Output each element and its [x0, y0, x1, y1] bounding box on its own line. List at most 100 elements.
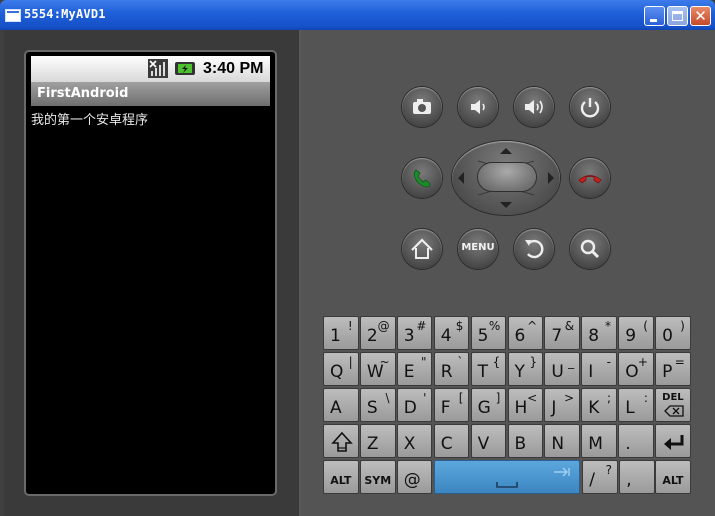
key-q-alt-label: |	[348, 355, 353, 369]
key-alt-right-label: ALT	[662, 474, 684, 487]
key-k[interactable]: K;	[581, 388, 617, 422]
key-l[interactable]: L:	[618, 388, 654, 422]
status-bar: 3:40 PM	[31, 56, 270, 82]
key-enter[interactable]	[655, 424, 691, 458]
key-r-alt-label: `	[457, 355, 464, 369]
home-icon	[411, 238, 433, 259]
close-button[interactable]: ✕	[690, 6, 711, 26]
power-button[interactable]	[570, 87, 610, 127]
key-slash[interactable]: /?	[582, 460, 618, 494]
key-p[interactable]: P =	[655, 352, 691, 386]
back-button[interactable]	[514, 229, 554, 269]
key-1[interactable]: 1!	[323, 316, 359, 350]
key-a[interactable]: A	[323, 388, 359, 422]
search-icon	[580, 239, 600, 259]
minimize-button[interactable]	[644, 6, 665, 26]
key-t-label: T	[477, 362, 488, 382]
key-f-alt-label: [	[458, 391, 464, 405]
key-at-label: @	[403, 470, 421, 490]
dpad-center-button[interactable]	[478, 163, 536, 191]
key-m-label: M	[588, 434, 603, 454]
key-c[interactable]: C	[433, 424, 470, 458]
key-x[interactable]: X	[396, 424, 433, 458]
key-d[interactable]: D '	[396, 388, 433, 422]
key-g[interactable]: G]	[470, 388, 507, 422]
key-k-label: K	[588, 398, 600, 418]
dpad-right-icon	[548, 172, 554, 184]
key-e[interactable]: E "	[396, 352, 433, 386]
home-button[interactable]	[402, 229, 442, 269]
key-4[interactable]: 4 $	[433, 316, 470, 350]
key-6-alt-label: ^	[527, 319, 538, 333]
key-y[interactable]: Y}	[507, 352, 544, 386]
key-x-label: X	[403, 434, 416, 454]
key-d-label: D	[403, 398, 417, 418]
key-7[interactable]: 7 &	[544, 316, 581, 350]
end-call-icon	[578, 175, 602, 184]
key-y-label: Y	[514, 362, 525, 382]
key-f[interactable]: F[	[433, 388, 470, 422]
key-w[interactable]: W ~	[359, 352, 396, 386]
key-0[interactable]: 0)	[655, 316, 691, 350]
key-u[interactable]: U _	[544, 352, 581, 386]
key-q[interactable]: Q |	[323, 352, 359, 386]
key-m[interactable]: M	[581, 424, 617, 458]
key-z[interactable]: Z	[359, 424, 396, 458]
key-2[interactable]: 2 @	[359, 316, 396, 350]
key-3[interactable]: 3 #	[396, 316, 433, 350]
key-sym-label: SYM	[364, 474, 392, 487]
key-0-alt-label: )	[680, 319, 685, 333]
volume-down-button[interactable]	[458, 87, 498, 127]
key-n-label: N	[551, 434, 565, 454]
key-sym[interactable]: SYM	[359, 460, 396, 494]
key-9-alt-label: (	[643, 319, 648, 333]
volume-up-button[interactable]	[514, 87, 554, 127]
key-o[interactable]: O +	[618, 352, 654, 386]
key-5[interactable]: 5%	[470, 316, 507, 350]
call-icon	[413, 169, 431, 188]
volume-down-icon	[471, 100, 485, 114]
key-r[interactable]: R `	[433, 352, 470, 386]
search-button[interactable]	[570, 229, 610, 269]
key-v[interactable]: V	[470, 424, 507, 458]
key-n[interactable]: N	[544, 424, 581, 458]
key-delete[interactable]: DEL	[655, 388, 691, 422]
key-comma[interactable]: ,	[619, 460, 655, 494]
menu-button[interactable]: MENU	[458, 229, 498, 269]
end-call-button[interactable]	[570, 158, 610, 198]
key-9[interactable]: 9(	[618, 316, 654, 350]
key-shift[interactable]	[323, 424, 359, 458]
enter-icon	[664, 435, 684, 450]
key-i[interactable]: I-	[581, 352, 617, 386]
dpad-down-icon	[500, 202, 512, 208]
key-slash-alt-label: ?	[605, 463, 612, 477]
key-e-alt-label: "	[420, 355, 427, 369]
app-title: FirstAndroid	[37, 86, 129, 101]
call-button[interactable]	[402, 158, 442, 198]
key-j-alt-label: >	[564, 391, 575, 405]
space-icon	[495, 482, 518, 488]
camera-button[interactable]	[402, 87, 442, 127]
key-alt-left[interactable]: ALT	[323, 460, 359, 494]
key-j[interactable]: J >	[544, 388, 581, 422]
key-space[interactable]	[433, 460, 580, 494]
key-alt-right[interactable]: ALT	[655, 460, 691, 494]
key-1-alt-label: !	[347, 319, 353, 333]
maximize-button[interactable]	[667, 6, 688, 26]
key-s[interactable]: S \	[359, 388, 396, 422]
key-h[interactable]: H <	[507, 388, 544, 422]
key-at[interactable]: @	[396, 460, 433, 494]
key-t[interactable]: T{	[470, 352, 507, 386]
key-b[interactable]: B	[507, 424, 544, 458]
key-6[interactable]: 6 ^	[507, 316, 544, 350]
key-p-alt-label: =	[674, 355, 685, 369]
key-y-alt-label: }	[529, 355, 538, 369]
key-7-label: 7	[551, 326, 563, 346]
key-l-alt-label: :	[643, 391, 648, 405]
key-7-alt-label: &	[564, 319, 575, 333]
window-titlebar[interactable]: 5554:MyAVD1 ✕	[0, 0, 715, 30]
key-o-alt-label: +	[637, 355, 648, 369]
key-t-alt-label: {	[492, 355, 501, 369]
key-period[interactable]: .	[618, 424, 654, 458]
key-8[interactable]: 8 *	[581, 316, 617, 350]
